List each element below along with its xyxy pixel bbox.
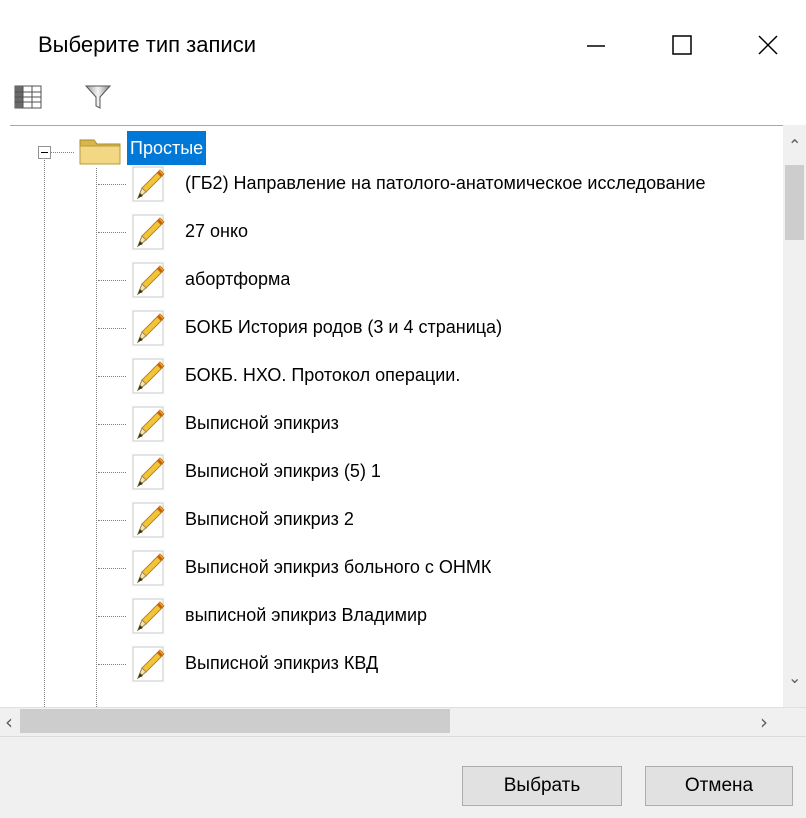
pencil-document-icon: [130, 308, 170, 348]
tree-item[interactable]: Выписной эпикриз 2: [185, 509, 354, 530]
pencil-document-icon: [130, 212, 170, 252]
tree-line: [98, 616, 126, 617]
pencil-document-icon: [130, 452, 170, 492]
pencil-document-icon: [130, 548, 170, 588]
tree-line: [98, 280, 126, 281]
tree-line: [98, 424, 126, 425]
close-button[interactable]: [738, 18, 798, 72]
tree-item[interactable]: (ГБ2) Направление на патолого-анатомичес…: [185, 173, 705, 194]
window-title: Выберите тип записи: [38, 32, 256, 57]
maximize-button[interactable]: [652, 18, 712, 72]
minimize-icon: [587, 45, 605, 47]
pencil-document-icon: [130, 596, 170, 636]
tree-line: [98, 376, 126, 377]
tree-line: [44, 160, 45, 707]
pencil-document-icon: [130, 404, 170, 444]
maximize-icon: [672, 35, 692, 55]
toolbar: [0, 80, 806, 124]
tree-line: [98, 472, 126, 473]
select-button[interactable]: Выбрать: [462, 766, 622, 806]
pencil-document-icon: [130, 164, 170, 204]
tree-item[interactable]: абортформа: [185, 269, 290, 290]
tree-line: [50, 152, 74, 153]
tree-item[interactable]: Выписной эпикриз: [185, 413, 339, 434]
tree-item[interactable]: Выписной эпикриз (5) 1: [185, 461, 381, 482]
horizontal-scroll-thumb[interactable]: [20, 709, 450, 733]
tree-line: [98, 568, 126, 569]
pencil-document-icon: [130, 260, 170, 300]
close-icon: [758, 35, 778, 55]
tree-line: [98, 328, 126, 329]
tree-line: [96, 168, 97, 707]
tree-line: [98, 664, 126, 665]
scroll-left-icon[interactable]: ‹: [5, 710, 13, 734]
minimize-button[interactable]: [566, 18, 626, 72]
tree-item[interactable]: Выписной эпикриз больного с ОНМК: [185, 557, 491, 578]
collapse-toggle[interactable]: [38, 146, 51, 159]
cancel-button[interactable]: Отмена: [645, 766, 793, 806]
tree-line: [98, 520, 126, 521]
pencil-document-icon: [130, 500, 170, 540]
vertical-scroll-thumb[interactable]: [785, 165, 804, 240]
columns-button[interactable]: [10, 80, 46, 114]
filter-button[interactable]: [80, 80, 116, 114]
scroll-right-icon[interactable]: ›: [760, 710, 768, 734]
tree-root-label[interactable]: Простые: [127, 131, 207, 165]
tree-item[interactable]: БОКБ История родов (3 и 4 страница): [185, 317, 502, 338]
scroll-down-icon[interactable]: ⌄: [788, 668, 801, 687]
tree-line: [98, 184, 126, 185]
pencil-document-icon: [130, 356, 170, 396]
columns-icon: [14, 85, 42, 109]
tree-item[interactable]: выписной эпикриз Владимир: [185, 605, 427, 626]
tree-line: [98, 232, 126, 233]
tree-item[interactable]: Выписной эпикриз КВД: [185, 653, 378, 674]
tree-item[interactable]: БОКБ. НХО. Протокол операции.: [185, 365, 460, 386]
tree-item[interactable]: 27 онко: [185, 221, 248, 242]
pencil-document-icon: [130, 644, 170, 684]
folder-icon: [79, 139, 121, 165]
scroll-up-icon[interactable]: ⌃: [788, 136, 801, 155]
filter-icon: [84, 85, 112, 109]
